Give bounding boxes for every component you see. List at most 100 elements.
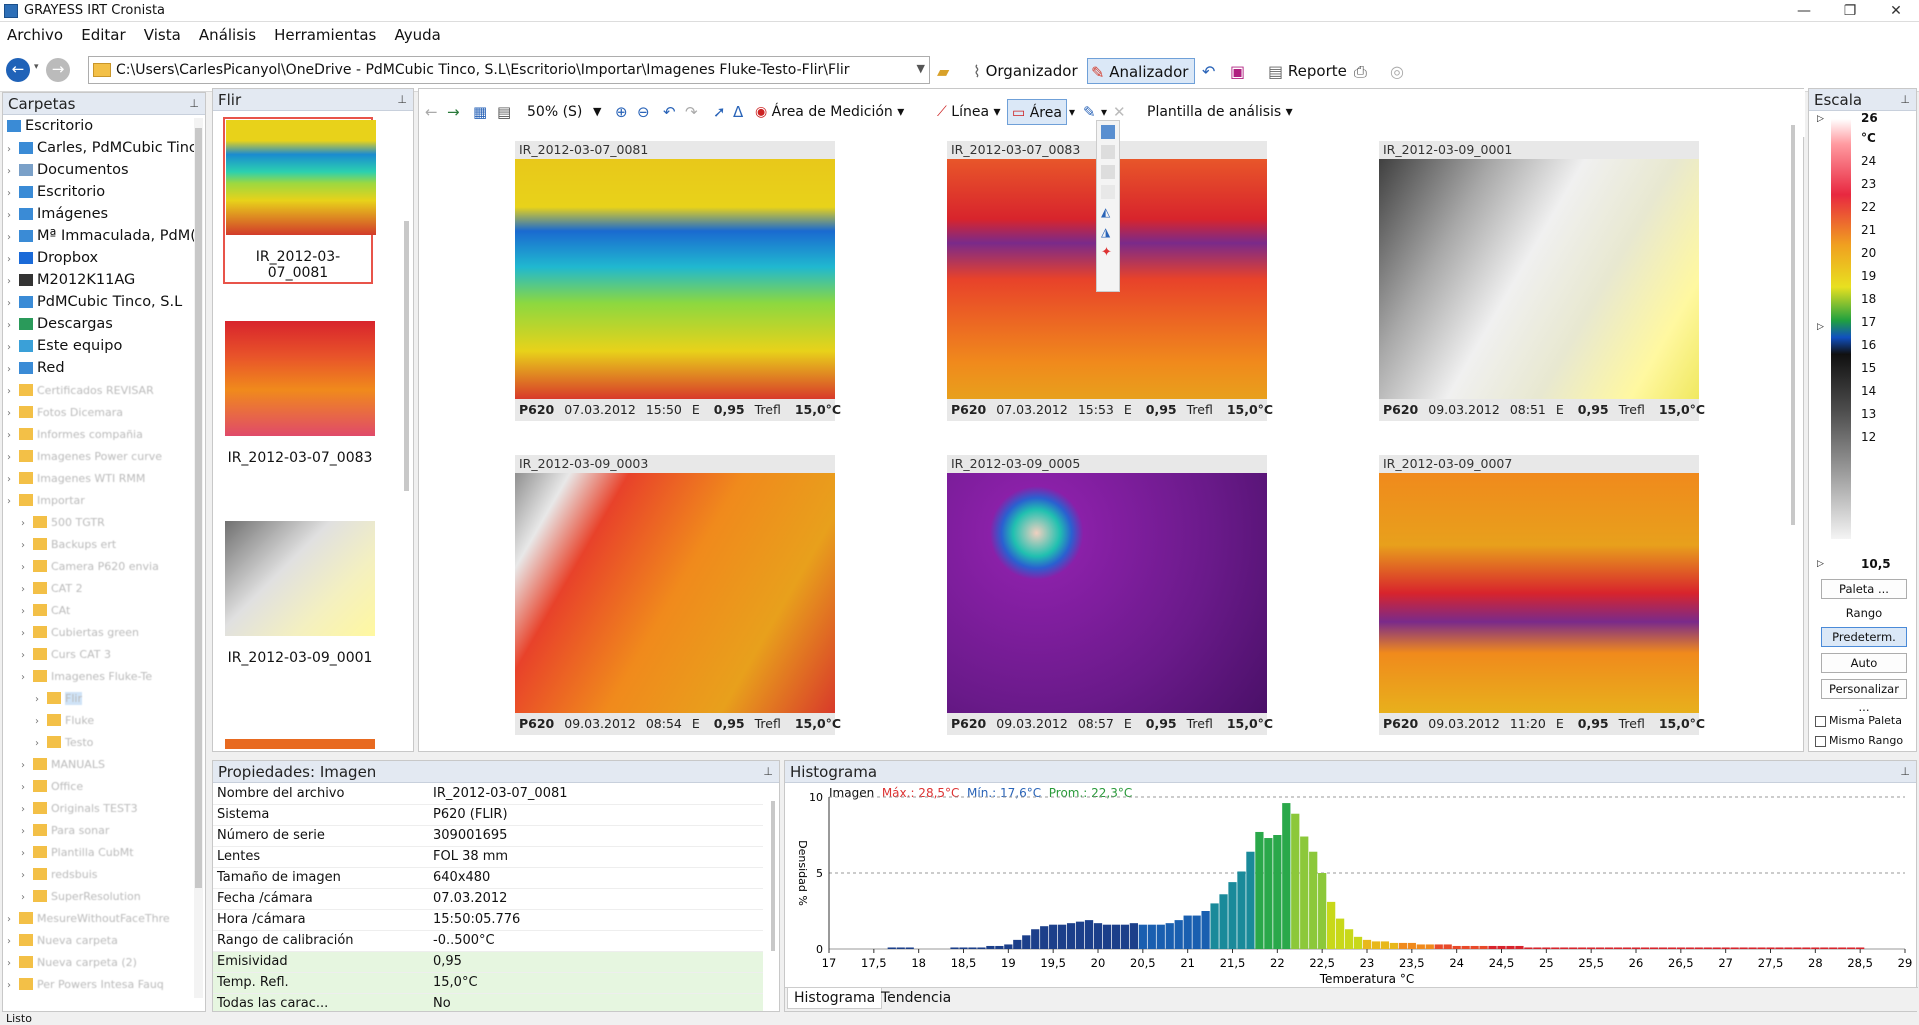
pin-icon[interactable]: ✦ [1101,245,1115,260]
chevron-right-icon[interactable]: › [21,667,33,689]
chevron-right-icon[interactable]: › [21,821,33,843]
thermal-image[interactable] [515,159,835,399]
minimize-button[interactable]: — [1781,0,1827,22]
chevron-right-icon[interactable]: › [21,887,33,909]
chevron-right-icon[interactable]: › [21,755,33,777]
chevron-right-icon[interactable]: › [21,799,33,821]
chevron-right-icon[interactable]: › [7,447,19,469]
analizador-button[interactable]: ✎ Analizador [1087,58,1196,84]
chevron-right-icon[interactable]: › [7,227,19,249]
pin-icon[interactable]: ⊥ [189,93,199,115]
save-button[interactable]: ▣ [1230,58,1245,84]
print-button[interactable]: ⎙ [1354,58,1367,84]
flip-h-icon[interactable]: ◭ [1101,205,1115,219]
folder-item[interactable]: › Este equipo [7,335,122,357]
zoom-in-icon[interactable]: ⊕ [615,99,628,125]
paleta-button[interactable]: Paleta ... [1821,579,1907,599]
maximize-button[interactable]: ❐ [1827,0,1873,22]
thumb-item[interactable]: IR_2012-03-09_0001 [225,521,375,666]
delta-icon[interactable]: Δ [733,99,743,125]
pencil-icon[interactable]: ✎ [1083,99,1096,125]
layout-list-icon[interactable]: ▤ [497,99,511,125]
chevron-right-icon[interactable]: › [7,403,19,425]
viewer-scrollbar[interactable] [1791,125,1795,525]
folders-scrollbar[interactable] [194,118,203,998]
area-tool[interactable]: ▭ Área [1007,99,1067,125]
thumb-selected[interactable]: IR_2012-03-07_0081 [223,117,376,284]
zoom-out-icon[interactable]: ⊖ [637,99,650,125]
layout-grid-icon[interactable]: ▦ [473,99,487,125]
reporte-button[interactable]: ▤ Reporte [1268,58,1347,84]
folder-item[interactable]: › 500 TGTR [21,511,105,533]
fingerprint-icon[interactable] [1101,185,1115,199]
folder-item[interactable]: › Imágenes [7,203,108,225]
folder-item[interactable]: › Plantilla CubMt [21,841,134,863]
chevron-right-icon[interactable]: › [21,777,33,799]
personalizar-button[interactable]: Personalizar ... [1821,679,1907,714]
visual-icon[interactable] [1101,145,1115,159]
folder-item[interactable]: › MesureWithoutFaceThre [7,907,170,929]
folder-item[interactable]: › Nueva carpeta [7,929,118,951]
chevron-right-icon[interactable]: › [21,557,33,579]
folder-item[interactable]: › Importar [7,489,85,511]
pin-icon[interactable]: ⊥ [1900,761,1910,783]
folder-item[interactable]: › Originals TEST3 [21,797,138,819]
thermal-image-card[interactable]: IR_2012-03-09_0005 P620 09.03.2012 08:57 E 0… [947,455,1273,745]
menu-editar[interactable]: Editar [74,22,132,48]
prev-icon[interactable]: ← [425,99,438,125]
properties-scrollbar[interactable] [771,801,775,951]
menu-ayuda[interactable]: Ayuda [387,22,447,48]
thermal-image[interactable] [947,473,1267,713]
chevron-right-icon[interactable]: › [21,513,33,535]
folder-item[interactable]: › Para sonar [21,819,109,841]
menu-archivo[interactable]: Archivo [0,22,70,48]
next-icon[interactable]: → [447,99,460,125]
area-chevron-icon[interactable]: ▾ [1069,99,1075,125]
camera-button[interactable]: ◎ [1390,58,1404,84]
chevron-right-icon[interactable]: › [7,293,19,315]
folder-item[interactable]: › Backups ert [21,533,116,555]
chevron-right-icon[interactable]: › [7,161,19,183]
chevron-right-icon[interactable]: › [35,733,47,755]
thumbs-scrollbar[interactable] [404,221,409,491]
chevron-right-icon[interactable]: › [21,601,33,623]
organizador-button[interactable]: ⌇ Organizador [973,58,1078,84]
folder-item[interactable]: › Imagenes Fluke-Te [21,665,152,687]
image-view-icon[interactable] [1101,125,1115,139]
folder-item[interactable]: › Descargas [7,313,113,335]
folder-item[interactable]: › Office [21,775,83,797]
chevron-right-icon[interactable]: › [7,139,19,161]
chevron-right-icon[interactable]: › [7,315,19,337]
chevron-right-icon[interactable]: › [21,579,33,601]
folder-item[interactable]: › Fluke [35,709,94,731]
folder-item[interactable]: › SuperResolution [21,885,141,907]
chevron-right-icon[interactable]: › [35,689,47,711]
pointer-icon[interactable]: ➚ [713,99,726,125]
chevron-right-icon[interactable]: › [7,491,19,513]
thermal-image[interactable] [515,473,835,713]
folder-item[interactable]: › Informes compañia [7,423,143,445]
chevron-right-icon[interactable]: › [7,425,19,447]
flip-v-icon[interactable]: ◮ [1101,225,1115,239]
folder-item[interactable]: › Mª Immaculada, PdM( [7,225,196,247]
folder-item[interactable]: › Certificados REVISAR [7,379,154,401]
thumb-item[interactable]: IR_2012-03-07_0083 [225,321,375,466]
chevron-right-icon[interactable]: › [7,271,19,293]
folder-item[interactable]: › PdMCubic Tinco, S.L [7,291,182,313]
auto-button[interactable]: Auto [1821,653,1907,673]
folder-item[interactable]: › CAT 2 [21,577,83,599]
back-history-icon[interactable]: ▾ [34,62,39,72]
pin-icon[interactable]: ⊥ [397,89,407,111]
chevron-right-icon[interactable]: › [7,953,19,975]
tab-histograma[interactable]: Histograma [787,988,883,1009]
undo-button[interactable]: ↶ [1202,58,1215,84]
linea-tool[interactable]: ⟋ Línea ▾ [937,99,1001,125]
folder-item[interactable]: › Flir [35,687,82,709]
area-medicion-tool[interactable]: ◉ Área de Medición ▾ [755,99,904,125]
chevron-right-icon[interactable]: › [21,535,33,557]
back-icon[interactable]: ← [6,58,30,82]
folder-item[interactable]: › Per Powers Intesa Fauq [7,973,164,995]
thermal-image-card[interactable]: IR_2012-03-09_0007 P620 09.03.2012 11:20 E 0… [1379,455,1705,745]
pin-icon[interactable]: ⊥ [763,761,773,783]
folder-item[interactable]: › Nueva carpeta (2) [7,951,137,973]
